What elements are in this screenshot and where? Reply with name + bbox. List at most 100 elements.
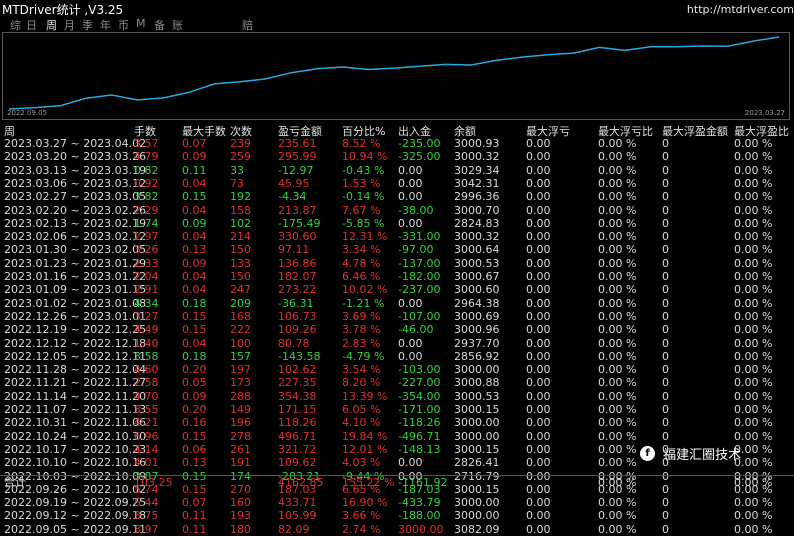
cell-mfp: 0.00 % — [598, 363, 637, 377]
table-row[interactable]: 2022.09.12 ~ 2022.09.18 3.75 0.11 193 105.99… — [0, 509, 794, 522]
cell-count: 173 — [230, 376, 251, 390]
equity-line — [8, 36, 780, 110]
cell-flow: -331.00 — [398, 230, 441, 244]
table-row[interactable]: 2023.03.27 ~ 2023.04.02 3.57 0.07 239 235.61… — [0, 137, 794, 150]
total-row: 合计 103.25 4162.85 155.22 % -1161.92 0.00… — [0, 475, 794, 489]
cell-mp: 0 — [662, 496, 669, 510]
table-row[interactable]: 2023.01.16 ~ 2023.01.22 2.04 0.04 150 182.07… — [0, 270, 794, 283]
cell-trades: 3.26 — [134, 243, 159, 257]
cell-pct: -5.85 % — [342, 216, 385, 230]
table-row[interactable]: 2022.11.21 ~ 2022.11.27 2.58 0.05 173 227.35… — [0, 376, 794, 389]
tab-2[interactable]: 周 — [46, 17, 57, 33]
table-row[interactable]: 2023.02.06 ~ 2023.02.12 2.97 0.04 214 330.60… — [0, 230, 794, 243]
cell-week: 2023.02.06 ~ 2023.02.12 — [4, 230, 147, 244]
cell-week: 2022.10.31 ~ 2022.11.06 — [4, 416, 147, 430]
cell-pnl: 496.71 — [278, 429, 317, 443]
tab-6[interactable]: 币 — [118, 17, 129, 33]
table-row[interactable]: 2023.02.27 ~ 2023.03.05 3.82 0.15 192 -4.34 -… — [0, 190, 794, 203]
table-row[interactable]: 2023.02.13 ~ 2023.02.19 1.74 0.09 102 -175.4… — [0, 217, 794, 230]
cell-count: 73 — [230, 176, 244, 190]
tab-0[interactable]: 综 — [10, 17, 21, 33]
cell-count: 100 — [230, 336, 251, 350]
table-row[interactable]: 2023.03.20 ~ 2023.03.26 4.79 0.09 259 295.99… — [0, 150, 794, 163]
cell-flow: -137.00 — [398, 256, 441, 270]
cell-mp: 0 — [662, 296, 669, 310]
cell-mfp: 0.00 % — [598, 456, 637, 470]
table-row[interactable]: 2023.01.02 ~ 2023.01.08 4.34 0.18 209 -36.31… — [0, 297, 794, 310]
table-row[interactable]: 2022.12.12 ~ 2022.12.18 1.40 0.04 100 80.78 2… — [0, 337, 794, 350]
cell-week: 2022.11.28 ~ 2022.12.04 — [4, 363, 147, 377]
cell-balance: 3000.70 — [454, 203, 500, 217]
cell-balance: 2856.92 — [454, 349, 500, 363]
cell-flow: -46.00 — [398, 323, 434, 337]
cell-pct: 12.01 % — [342, 442, 388, 456]
cell-pct: -0.14 % — [342, 190, 385, 204]
cell-mpp: 0.00 % — [734, 336, 773, 350]
cell-flow: -325.00 — [398, 150, 441, 164]
cell-mpp: 0.00 % — [734, 137, 773, 150]
cell-trades: 4.49 — [134, 323, 159, 337]
cell-balance: 3000.00 — [454, 416, 500, 430]
cell-mpp: 0.00 % — [734, 150, 773, 164]
table-row[interactable]: 2023.02.20 ~ 2023.02.26 2.29 0.04 158 213.87… — [0, 204, 794, 217]
cell-flow: 0.00 — [398, 349, 423, 363]
table-row[interactable]: 2023.03.13 ~ 2023.03.19 0.82 0.11 33 -12.97 -… — [0, 164, 794, 177]
cell-max_lot: 0.05 — [182, 376, 207, 390]
table-row[interactable]: 2022.09.05 ~ 2022.09.11 3.97 0.11 180 82.09 2… — [0, 523, 794, 536]
chart-end-date: 2023.03.27 — [744, 109, 785, 117]
table-row[interactable]: 2022.10.31 ~ 2022.11.06 4.21 0.16 196 118.26… — [0, 416, 794, 429]
cell-week: 2023.01.02 ~ 2023.01.08 — [4, 296, 147, 310]
cell-balance: 3000.93 — [454, 137, 500, 150]
table-row[interactable]: 2022.11.07 ~ 2022.11.13 3.55 0.20 149 171.15… — [0, 403, 794, 416]
site-url-link[interactable]: http://mtdriver.com — [687, 3, 794, 16]
cell-count: 261 — [230, 442, 251, 456]
cell-pnl: 118.26 — [278, 416, 317, 430]
tab-5[interactable]: 年 — [100, 17, 111, 33]
cell-week: 2023.01.09 ~ 2023.01.15 — [4, 283, 147, 297]
cell-max_lot: 0.09 — [182, 150, 207, 164]
table-row[interactable]: 2023.03.06 ~ 2023.03.12 0.92 0.04 73 45.95 1.… — [0, 177, 794, 190]
table-row[interactable]: 2023.01.09 ~ 2023.01.15 2.91 0.04 247 273.22… — [0, 283, 794, 296]
cell-max_lot: 0.13 — [182, 243, 207, 257]
cell-trades: 1.74 — [134, 216, 159, 230]
cell-pct: 1.53 % — [342, 176, 381, 190]
tab-7[interactable]: M — [136, 17, 146, 30]
cell-pnl: 433.71 — [278, 496, 317, 510]
cell-trades: 4.21 — [134, 416, 159, 430]
cell-pnl: 227.35 — [278, 376, 317, 390]
cell-pnl: 109.26 — [278, 323, 317, 337]
cell-count: 180 — [230, 522, 251, 536]
cell-mp: 0 — [662, 283, 669, 297]
tab-1[interactable]: 日 — [26, 17, 37, 33]
cell-flow: -148.13 — [398, 442, 441, 456]
table-row[interactable]: 2022.12.19 ~ 2022.12.25 4.49 0.15 222 109.26… — [0, 323, 794, 336]
table-row[interactable]: 2022.11.14 ~ 2022.11.20 4.70 0.09 288 354.38… — [0, 390, 794, 403]
cell-mf: 0.00 — [526, 243, 551, 257]
cell-balance: 3000.00 — [454, 429, 500, 443]
cell-balance: 3000.00 — [454, 509, 500, 523]
watermark-text: 福建汇圈技术 — [663, 448, 742, 463]
cell-mp: 0 — [662, 363, 669, 377]
table-row[interactable]: 2023.01.30 ~ 2023.02.05 3.26 0.13 150 97.11 3… — [0, 243, 794, 256]
table-row[interactable]: 2022.09.19 ~ 2022.09.25 5.44 0.07 160 433.71… — [0, 496, 794, 509]
cell-week: 2023.01.30 ~ 2023.02.05 — [4, 243, 147, 257]
table-row[interactable]: 2023.01.23 ~ 2023.01.29 2.33 0.09 133 136.86… — [0, 257, 794, 270]
cell-mf: 0.00 — [526, 203, 551, 217]
cell-flow: -171.00 — [398, 403, 441, 416]
cell-mp: 0 — [662, 323, 669, 337]
cell-mfp: 0.00 % — [598, 137, 637, 150]
tab-8[interactable]: 备 — [154, 17, 165, 33]
tab-4[interactable]: 季 — [82, 17, 93, 33]
cell-pct: 3.54 % — [342, 363, 381, 377]
tab-3[interactable]: 月 — [64, 17, 75, 33]
cell-count: 157 — [230, 349, 251, 363]
cell-count: 191 — [230, 456, 251, 470]
table-row[interactable]: 2022.12.05 ~ 2022.12.11 3.58 0.18 157 -143.5… — [0, 350, 794, 363]
table-row[interactable]: 2022.10.24 ~ 2022.10.30 6.96 0.15 278 496.71… — [0, 430, 794, 443]
cell-pct: -1.21 % — [342, 296, 385, 310]
table-row[interactable]: 2022.12.26 ~ 2023.01.01 3.27 0.15 168 106.73… — [0, 310, 794, 323]
cell-mp: 0 — [662, 376, 669, 390]
cell-week: 2023.02.13 ~ 2023.02.19 — [4, 216, 147, 230]
cell-max_lot: 0.04 — [182, 230, 207, 244]
table-row[interactable]: 2022.11.28 ~ 2022.12.04 4.60 0.20 197 102.62… — [0, 363, 794, 376]
